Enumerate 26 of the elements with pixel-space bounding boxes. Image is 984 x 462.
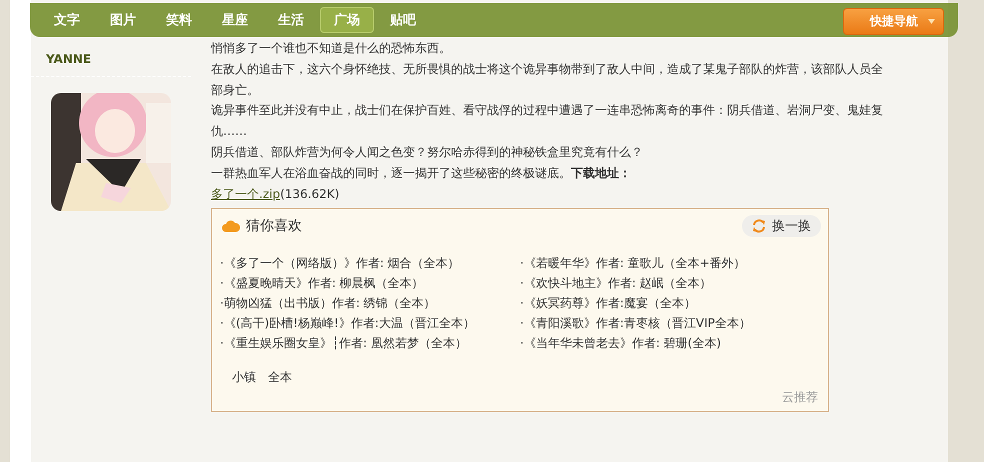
refresh-icon [752,219,766,234]
book-link[interactable]: ·《若暖年华》作者: 童歌儿（全本+番外） [520,256,746,270]
refresh-button[interactable]: 换一换 [742,215,821,238]
username: YANNE [46,52,92,68]
book-link[interactable]: ·《重生娱乐圈女皇》┆作者: 凰然若梦（全本） [220,336,467,350]
book-link[interactable]: ·《妖冥药尊》作者:魔宴（全本） [520,296,696,310]
post-text: 诡异事件至此并没有中止，战士们在保护百姓、看守战俘的过程中遭遇了一连串恐怖离奇的事件：阴兵借道、岩洞尸变、鬼娃复仇…… [211,102,884,140]
post-text: 一群热血军人在浴血奋战的同时，逐一揭开了这些秘密的终极谜底。下载地址： [211,164,632,182]
book-link[interactable]: ·萌物凶猛（出书版）作者: 绣锦（全本） [220,296,436,310]
caret-icon [928,19,935,24]
book-link[interactable]: ·《多了一个（网络版）》作者: 烟合（全本） [220,256,460,270]
panel-title: 猜你喜欢 [246,216,302,236]
book-link[interactable]: ·《(高干)卧槽!杨巅峰!》作者:大温（晋江全本） [220,316,475,330]
tag-link[interactable]: 全本 [268,367,292,388]
tag-link[interactable]: 小镇 [232,367,256,388]
post-text: 在敌人的追击下，这六个身怀绝技、无所畏惧的战士将这个诡异事物带到了敌人中间，造成了某鬼子部队的炸营，该部队人员全部身亡。 [211,60,884,99]
cloud-icon [222,220,240,232]
book-link[interactable]: ·《当年华未曾老去》作者: 碧珊(全本) [520,336,722,350]
post-text: 阴兵借道、部队炸营为何令人闻之色变？努尔哈赤得到的神秘铁盒里究竟有什么？ [211,144,644,161]
attachment-link[interactable]: 多了一个.zip [211,186,280,201]
book-link[interactable]: ·《欢快斗地主》作者: 赵岷（全本） [520,276,712,290]
file-size: (136.62K) [280,186,340,201]
post-text: 悄悄多了一个谁也不知道是什么的恐怖东西。 [211,40,452,57]
book-link[interactable]: ·《盛夏晚晴天》作者: 柳晨枫（全本） [220,276,424,290]
source-label: 云推荐 [782,388,818,406]
book-link[interactable]: ·《青阳溪歌》作者:青枣核（晋江VIP全本） [520,316,751,330]
